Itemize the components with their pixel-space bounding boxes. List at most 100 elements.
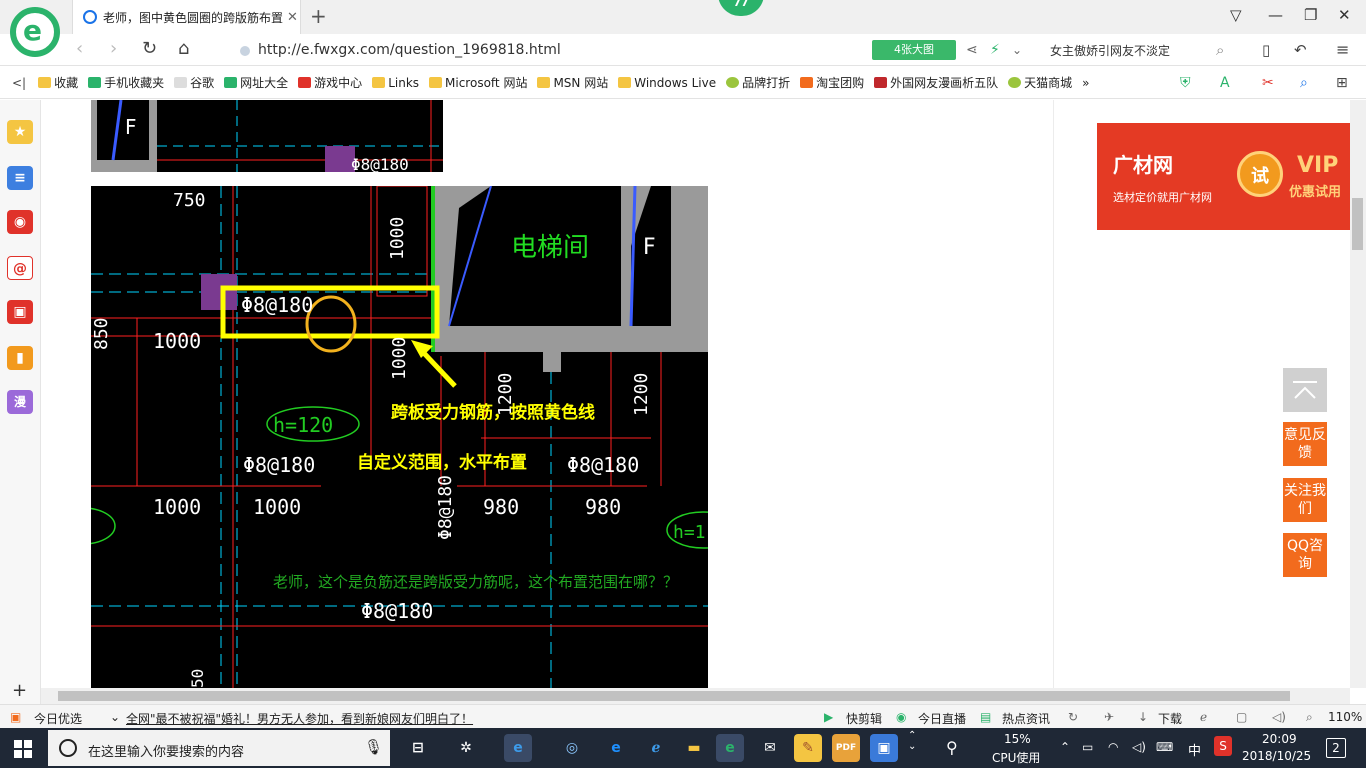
download-link[interactable]: 下载 — [1158, 710, 1182, 727]
microphone-icon[interactable]: 🎙 — [364, 738, 383, 756]
comic-icon[interactable]: 漫 — [7, 390, 33, 414]
mail-icon[interactable]: @ — [7, 256, 33, 280]
people-icon[interactable]: ⚲ — [946, 738, 958, 757]
quick-edit-link[interactable]: 快剪辑 — [846, 710, 882, 727]
refresh-small-icon[interactable]: ↻ — [1068, 710, 1078, 724]
bookmark-item[interactable]: Microsoft 网站 — [429, 74, 527, 91]
notification-center-icon[interactable]: 2 — [1326, 738, 1346, 758]
sound-icon[interactable]: ◁) — [1272, 710, 1286, 724]
shield-icon[interactable]: ⛨ — [1180, 75, 1191, 91]
360-browser-app-icon[interactable]: e — [716, 734, 744, 762]
vertical-scrollbar[interactable] — [1350, 100, 1366, 688]
chrome-like-app-icon[interactable]: ◎ — [558, 734, 586, 762]
horizontal-scrollbar-thumb[interactable] — [58, 691, 1290, 701]
novel-icon[interactable]: ▮ — [7, 346, 33, 370]
magnifier-icon[interactable]: ⌕ — [1300, 75, 1308, 91]
home-icon[interactable]: ⌂ — [178, 38, 189, 59]
fan-app-icon[interactable]: ✲ — [452, 734, 480, 762]
today-picks-link[interactable]: 今日优选 — [34, 710, 82, 727]
bookmark-item[interactable]: 谷歌 — [174, 74, 214, 91]
window-icon[interactable]: ▢ — [1236, 710, 1247, 724]
back-to-top-button[interactable] — [1283, 368, 1327, 412]
speed-icon[interactable]: ⚡ — [990, 42, 1000, 58]
add-sidebar-icon[interactable]: + — [12, 680, 27, 701]
refresh-icon[interactable]: ↻ — [142, 38, 157, 59]
sogou-ime-icon[interactable]: S — [1214, 736, 1232, 756]
tab-close-icon[interactable]: ✕ — [287, 10, 298, 25]
undo-icon[interactable]: ↶ — [1294, 41, 1307, 59]
gamepad-icon[interactable]: ▣ — [7, 300, 33, 324]
bookmark-item[interactable]: 天猫商城 — [1008, 74, 1072, 91]
bookmark-item[interactable]: MSN 网站 — [537, 74, 608, 91]
new-tab-button[interactable]: + — [310, 4, 327, 28]
screenshot-app-icon[interactable]: ▣ — [870, 734, 898, 762]
vertical-scrollbar-thumb[interactable] — [1352, 198, 1363, 250]
taskbar-scroll-icon[interactable]: ⌃ ⌄ — [908, 730, 916, 752]
back-icon[interactable]: ‹ — [76, 38, 83, 59]
zoom-icon[interactable]: ⌕ — [1306, 710, 1313, 725]
bookmark-item[interactable]: Links — [372, 76, 419, 90]
bookmark-item[interactable]: 网址大全 — [224, 74, 288, 91]
translate-icon[interactable]: A — [1220, 75, 1230, 91]
search-icon[interactable]: ⌕ — [1216, 41, 1224, 59]
bookmark-item[interactable]: Windows Live — [618, 76, 716, 90]
keyboard-icon[interactable]: ⌨ — [1156, 740, 1173, 754]
clock-date[interactable]: 2018/10/25 — [1242, 749, 1311, 763]
hot-news-link[interactable]: 热点资讯 — [1002, 710, 1050, 727]
news-icon[interactable]: ≡ — [7, 166, 33, 190]
skin-icon[interactable]: ▽ — [1230, 6, 1242, 24]
pdf-app-icon[interactable]: PDF — [832, 734, 860, 762]
mail-app-icon[interactable]: ✉ — [756, 734, 784, 762]
chevron-down-icon[interactable]: ⌄ — [110, 710, 120, 724]
bookmark-item[interactable]: 手机收藏夹 — [88, 74, 164, 91]
search-suggestion[interactable]: 女主傲娇引网友不淡定 — [1050, 42, 1170, 59]
wifi-icon[interactable]: ◠ — [1108, 740, 1118, 754]
clock-time[interactable]: 20:09 — [1262, 732, 1297, 746]
chevron-down-icon[interactable]: ⌄ — [1012, 43, 1022, 57]
notification-badge[interactable]: 77 — [718, 0, 764, 16]
live-link[interactable]: 今日直播 — [918, 710, 966, 727]
menu-icon[interactable]: ≡ — [1336, 40, 1349, 59]
ad-banner[interactable]: 广材网 选材定价就用广材网 试 VIP 优惠试用 — [1097, 123, 1350, 230]
pin-icon[interactable]: ✈ — [1104, 710, 1114, 724]
zoom-level[interactable]: 110% — [1328, 710, 1362, 724]
big-picture-button[interactable]: 4张大图 — [872, 40, 956, 60]
ie-mode-icon[interactable]: ℯ — [1200, 710, 1207, 724]
feedback-button[interactable]: 意见反馈 — [1283, 422, 1327, 466]
bookmark-item[interactable]: 淘宝团购 — [800, 74, 864, 91]
scissors-icon[interactable]: ✂ — [1262, 75, 1274, 91]
minimize-icon[interactable]: — — [1268, 6, 1283, 24]
bookmark-item[interactable]: 收藏 — [38, 74, 78, 91]
bookmark-item[interactable]: 游戏中心 — [298, 74, 362, 91]
ie-app-icon[interactable]: e — [504, 734, 532, 762]
close-window-icon[interactable]: ✕ — [1338, 6, 1351, 24]
windows-start-icon[interactable] — [14, 740, 32, 758]
task-view-icon[interactable]: ⊟ — [404, 734, 432, 762]
edge-app-icon[interactable]: e — [602, 734, 630, 762]
browser-logo[interactable]: e — [10, 7, 60, 57]
weibo-icon[interactable]: ◉ — [7, 210, 33, 234]
follow-us-button[interactable]: 关注我们 — [1283, 478, 1327, 522]
taskbar-search-input[interactable]: 在这里输入你要搜索的内容 🎙 — [48, 730, 390, 766]
active-tab[interactable]: 老师，图中黄色圆圈的跨版筋布置 ✕ — [72, 0, 301, 34]
bookmarks-toggle-icon[interactable]: <| — [12, 76, 26, 90]
tray-expand-icon[interactable]: ⌃ — [1060, 740, 1070, 754]
news-ticker-link[interactable]: 全网"最不被祝福"婚礼！男方无人参加，看到新娘网友们明白了！ — [126, 710, 473, 727]
qq-consult-button[interactable]: QQ咨询 — [1283, 533, 1327, 577]
ie11-app-icon[interactable]: ℯ — [642, 734, 670, 762]
forward-icon[interactable]: › — [110, 38, 117, 59]
mobile-icon[interactable]: ▯ — [1262, 41, 1270, 59]
apps-icon[interactable]: ⊞ — [1336, 75, 1348, 91]
bookmark-item[interactable]: 品牌打折 — [726, 74, 790, 91]
address-bar[interactable]: http://e.fwxgx.com/question_1969818.html — [258, 42, 561, 58]
bookmarks-more-icon[interactable]: » — [1082, 76, 1089, 90]
maximize-icon[interactable]: ❐ — [1304, 6, 1317, 24]
notes-app-icon[interactable]: ✎ — [794, 734, 822, 762]
share-icon[interactable]: ⋖ — [966, 42, 978, 58]
bookmark-item[interactable]: 外国网友漫画析五队 — [874, 74, 998, 91]
volume-icon[interactable]: ◁) — [1132, 740, 1146, 754]
file-explorer-icon[interactable]: ▬ — [680, 734, 708, 762]
favorites-icon[interactable]: ★ — [7, 120, 33, 144]
ime-indicator[interactable]: 中 — [1188, 740, 1201, 759]
tray-app-icon[interactable]: ▭ — [1082, 740, 1093, 754]
